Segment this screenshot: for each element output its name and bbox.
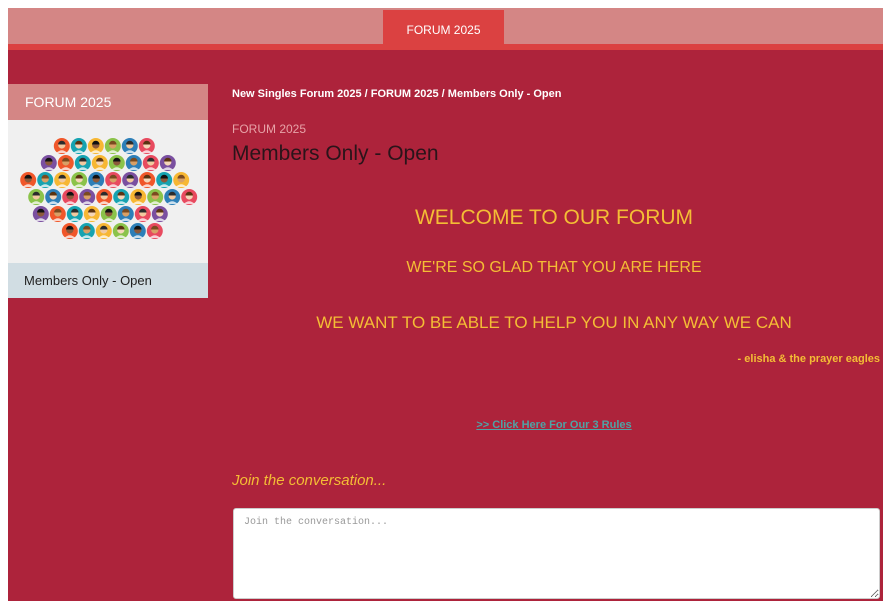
welcome-heading: WELCOME TO OUR FORUM bbox=[414, 206, 694, 229]
page-kicker: FORUM 2025 bbox=[232, 122, 307, 136]
sidebar-header: FORUM 2025 bbox=[8, 84, 208, 120]
rules-link-wrap: >> Click Here For Our 3 Rules bbox=[232, 419, 876, 431]
sidebar-card: FORUM 2025 Members Only - Open bbox=[8, 84, 208, 298]
forum-page: FORUM 2025 FORUM 2025 Members Only - Ope… bbox=[8, 8, 883, 601]
rules-link[interactable]: >> Click Here For Our 3 Rules bbox=[476, 419, 631, 431]
welcome-subheading: WE'RE SO GLAD THAT YOU ARE HERE bbox=[406, 259, 702, 276]
nav-tab-forum-2025[interactable]: FORUM 2025 bbox=[383, 10, 504, 50]
welcome-signature: - elisha & the prayer eagles bbox=[737, 353, 880, 365]
join-conversation-label: Join the conversation... bbox=[232, 472, 387, 489]
welcome-message: WE WANT TO BE ABLE TO HELP YOU IN ANY WA… bbox=[316, 313, 792, 332]
page-title: Members Only - Open bbox=[232, 142, 439, 165]
breadcrumb: New Singles Forum 2025 / FORUM 2025 / Me… bbox=[232, 88, 562, 100]
community-people-icon bbox=[8, 120, 208, 263]
conversation-input[interactable] bbox=[233, 508, 880, 599]
sidebar-item-members-only[interactable]: Members Only - Open bbox=[8, 263, 208, 298]
